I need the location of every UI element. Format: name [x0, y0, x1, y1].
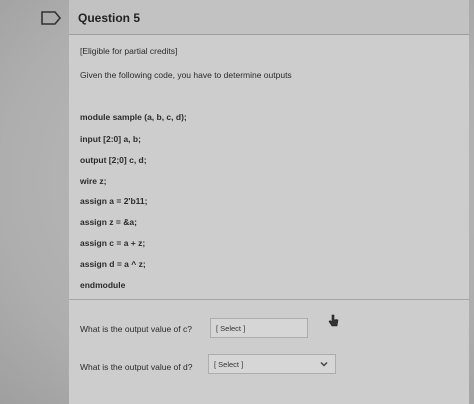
- flag-outline-icon[interactable]: [40, 10, 62, 26]
- code-line: assign z = &a;: [80, 217, 137, 227]
- question-d-label: What is the output value of d?: [80, 362, 193, 372]
- answer-d-select[interactable]: [ Select ]: [208, 354, 336, 374]
- code-line: assign c = a + z;: [80, 238, 146, 248]
- hand-cursor-icon: [328, 314, 339, 327]
- question-card: Question 5 [Eligible for partial credits…: [69, 0, 469, 404]
- instruction-text: Given the following code, you have to de…: [80, 70, 292, 80]
- answer-c-select[interactable]: [ Select ]: [210, 318, 308, 338]
- code-line: module sample (a, b, c, d);: [80, 112, 187, 122]
- code-line: wire z;: [80, 176, 107, 186]
- question-title: Question 5: [78, 11, 141, 25]
- code-line: input [2:0] a, b;: [80, 134, 141, 144]
- question-header: Question 5: [69, 0, 469, 35]
- answer-c-select-value: [ Select ]: [216, 324, 246, 333]
- code-line: assign a = 2'b11;: [80, 196, 148, 206]
- divider: [69, 299, 469, 300]
- code-line: output [2;0] c, d;: [80, 155, 147, 165]
- answer-d-select-value: [ Select ]: [214, 360, 244, 369]
- eligibility-note: [Eligible for partial credits]: [80, 46, 178, 56]
- question-body: [Eligible for partial credits] Given the…: [69, 35, 469, 404]
- code-line: endmodule: [80, 280, 126, 290]
- code-line: assign d = a ^ z;: [80, 259, 146, 269]
- chevron-down-icon: [320, 361, 328, 367]
- question-c-label: What is the output value of c?: [80, 324, 192, 334]
